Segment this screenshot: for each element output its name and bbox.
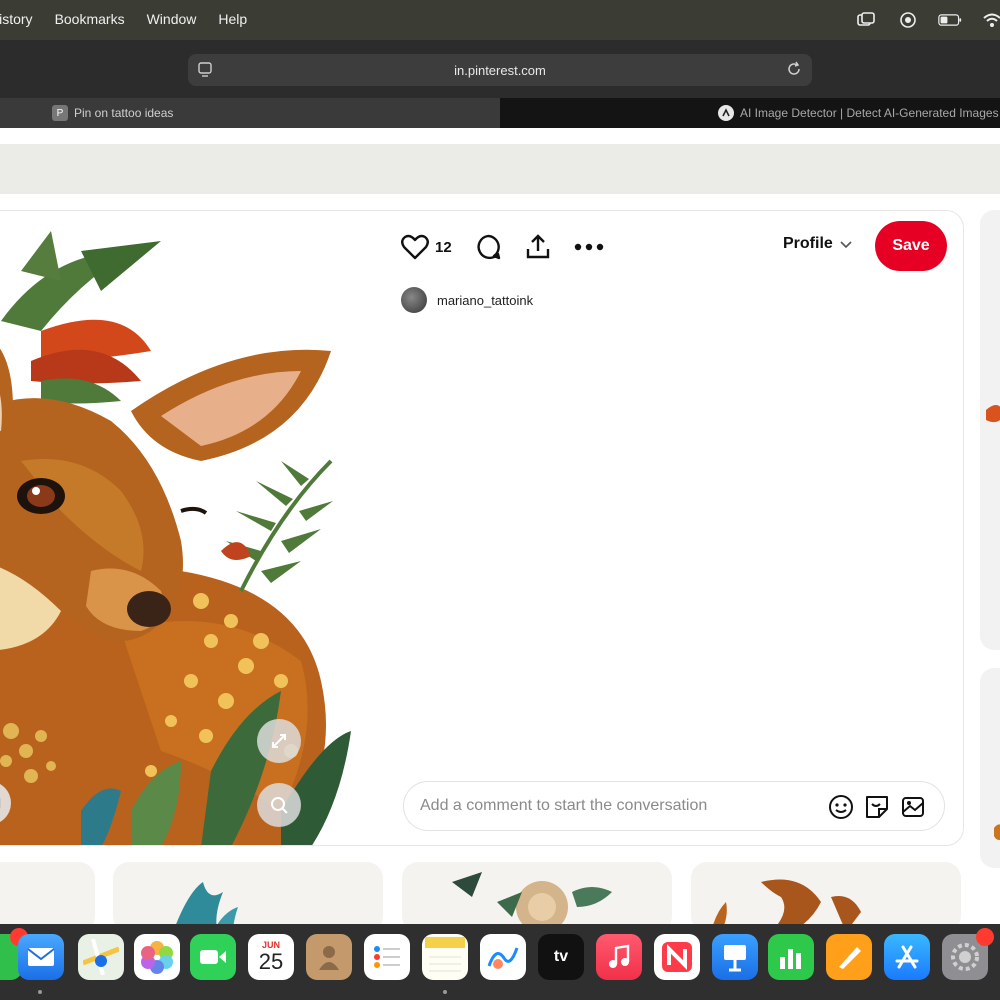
pin-image[interactable]: d: [0, 211, 361, 845]
heart-icon: [401, 234, 429, 260]
wifi-icon[interactable]: [980, 8, 1000, 32]
expand-image-button[interactable]: [257, 719, 301, 763]
menu-help[interactable]: Help: [218, 11, 247, 27]
app-store-icon[interactable]: [884, 934, 930, 980]
maps-icon[interactable]: [78, 934, 124, 980]
record-icon[interactable]: [896, 8, 920, 32]
tab-title: AI Image Detector | Detect AI-Generated …: [740, 106, 999, 120]
running-indicator: [38, 990, 42, 994]
page-header-bar: [0, 144, 1000, 194]
image-upload-icon[interactable]: [900, 794, 926, 820]
profile-dropdown[interactable]: Profile: [783, 235, 853, 253]
news-icon[interactable]: [654, 934, 700, 980]
pin-author[interactable]: mariano_tattoink: [401, 287, 533, 313]
calendar-day: 25: [258, 949, 284, 974]
battery-icon[interactable]: [938, 8, 962, 32]
apple-tv-icon[interactable]: tv: [538, 934, 584, 980]
notes-icon[interactable]: [422, 934, 468, 980]
menu-list: listory Bookmarks Window Help: [0, 11, 269, 27]
deer-tattoo-illustration: [0, 231, 351, 845]
ellipsis-icon: [574, 243, 603, 251]
status-menus: [854, 8, 1000, 32]
avatar[interactable]: [401, 287, 427, 313]
comment-button[interactable]: [474, 229, 502, 265]
comment-bubble-icon: [477, 234, 500, 260]
tv-label: tv: [553, 948, 569, 965]
tab-bar: P Pin on tattoo ideas AI Image Detector …: [0, 98, 1000, 128]
related-pin-thumbnail[interactable]: [691, 862, 961, 924]
photos-icon[interactable]: [134, 934, 180, 980]
author-name[interactable]: mariano_tattoink: [437, 293, 533, 308]
macos-menu-bar: listory Bookmarks Window Help: [0, 0, 1000, 40]
macos-dock: JUN 25 tv: [0, 924, 1000, 1000]
numbers-icon[interactable]: [768, 934, 814, 980]
visual-search-button[interactable]: [257, 783, 301, 827]
calendar-icon[interactable]: JUN 25: [248, 934, 294, 980]
like-button[interactable]: 12: [401, 229, 452, 265]
reminders-icon[interactable]: [364, 934, 410, 980]
menu-history[interactable]: listory: [0, 11, 33, 27]
facetime-icon[interactable]: [190, 934, 236, 980]
pin-closeup-card: d 12 Profile Save mariano_tattoink: [0, 210, 964, 846]
screen-mirroring-icon[interactable]: [854, 8, 878, 32]
mail-icon[interactable]: [18, 934, 64, 980]
pin-action-bar: 12: [401, 229, 626, 265]
share-button[interactable]: [524, 229, 552, 265]
emoji-icon[interactable]: [828, 794, 854, 820]
related-pin-thumbnail[interactable]: [402, 862, 672, 924]
side-pin-card[interactable]: [980, 668, 1000, 868]
more-options-button[interactable]: [574, 229, 604, 265]
url-text: in.pinterest.com: [454, 62, 546, 78]
comment-input[interactable]: [420, 797, 820, 815]
freeform-icon[interactable]: [480, 934, 526, 980]
pinterest-favicon-icon: P: [52, 105, 68, 121]
comment-tools: [828, 794, 926, 820]
menu-bookmarks[interactable]: Bookmarks: [55, 11, 125, 27]
browser-toolbar: in.pinterest.com: [0, 40, 1000, 98]
chevron-down-icon: [840, 241, 852, 249]
keynote-icon[interactable]: [712, 934, 758, 980]
music-icon[interactable]: [596, 934, 642, 980]
related-pin-thumbnail[interactable]: [0, 862, 95, 924]
side-pin-card[interactable]: [980, 210, 1000, 650]
like-count: 12: [435, 238, 452, 256]
save-button[interactable]: Save: [875, 221, 947, 271]
tab-pinterest[interactable]: P Pin on tattoo ideas: [0, 98, 500, 128]
address-bar[interactable]: in.pinterest.com: [188, 54, 812, 86]
pinterest-page: d 12 Profile Save mariano_tattoink: [0, 128, 1000, 924]
contacts-icon[interactable]: [306, 934, 352, 980]
ai-detector-favicon-icon: [718, 105, 734, 121]
sticker-icon[interactable]: [864, 794, 890, 820]
comment-composer: [403, 781, 945, 831]
menu-window[interactable]: Window: [147, 11, 197, 27]
running-indicator: [443, 990, 447, 994]
share-icon: [526, 234, 549, 259]
related-pin-thumbnail[interactable]: [113, 862, 383, 924]
profile-label: Profile: [783, 235, 833, 252]
system-settings-icon[interactable]: [942, 928, 994, 980]
page-settings-icon[interactable]: [198, 62, 212, 81]
tab-title: Pin on tattoo ideas: [74, 106, 174, 120]
tab-ai-detector[interactable]: AI Image Detector | Detect AI-Generated …: [500, 98, 1000, 128]
notification-badge: [976, 928, 994, 946]
pages-icon[interactable]: [826, 934, 872, 980]
reload-icon[interactable]: [786, 61, 802, 80]
